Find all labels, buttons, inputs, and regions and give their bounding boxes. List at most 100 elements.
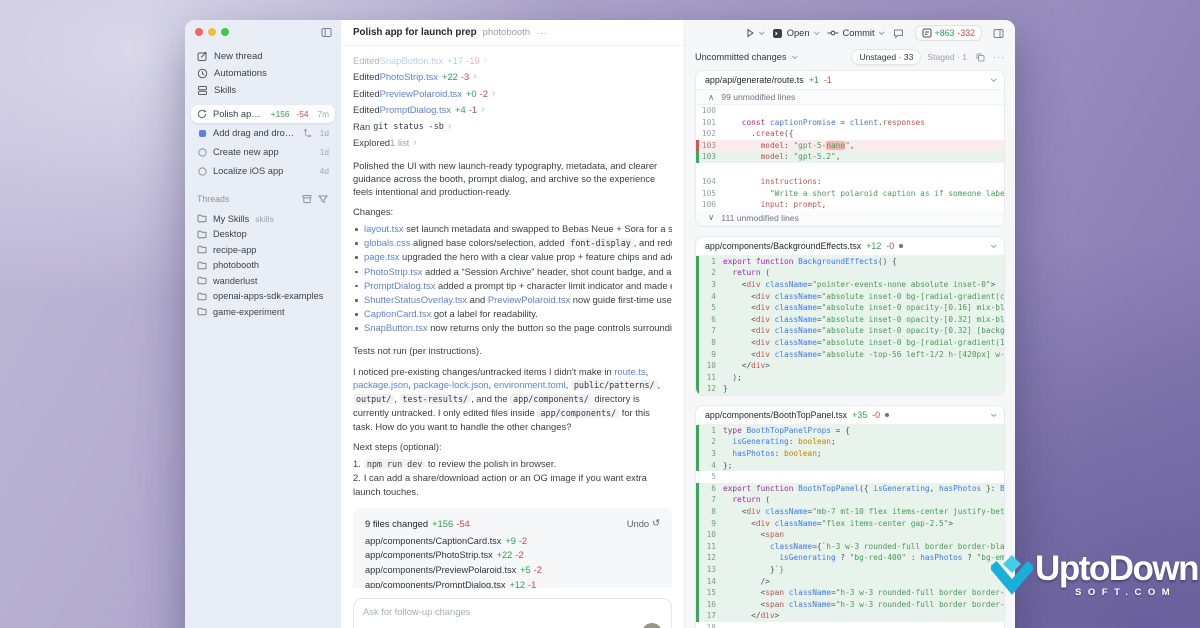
line-number: 4	[699, 291, 723, 303]
code-line	[723, 622, 1004, 628]
text-segment: now guide first-time users.	[570, 294, 672, 305]
diff-file-header[interactable]: app/components/BackgroundEffects.tsx+12-…	[696, 237, 1004, 256]
activity-row[interactable]: Rangit status -sb›	[353, 118, 672, 135]
undo-button[interactable]: Undo ↺	[627, 517, 660, 529]
activity-row[interactable]: Edited PhotoStrip.tsx+22-3›	[353, 69, 672, 86]
file-link[interactable]: PromptDialog.tsx	[380, 104, 451, 115]
thread-item[interactable]: Add drag and drop to gallery phot…1d	[191, 124, 335, 142]
sidebar-item-new-thread[interactable]: New thread	[191, 48, 335, 65]
file-link[interactable]: ShutterStatusOverlay.tsx	[364, 294, 467, 305]
file-link[interactable]: SnapButton.tsx	[364, 322, 428, 333]
codex-app-window: New threadAutomationsSkills Polish app f…	[185, 20, 1015, 628]
activity-row[interactable]: Edited PreviewPolaroid.tsx+0-2›	[353, 85, 672, 102]
file-link[interactable]: PhotoStrip.tsx	[380, 71, 438, 82]
project-item[interactable]: recipe-app	[191, 242, 335, 258]
send-button[interactable]: ↑	[642, 623, 662, 628]
comment-icon[interactable]	[892, 26, 906, 40]
copy-icon[interactable]	[973, 50, 987, 64]
composer[interactable]: Ask for follow-up changes + GPT-5.2-Code…	[353, 598, 672, 628]
sidebar-item-skills[interactable]: Skills	[191, 82, 335, 99]
line-number: 106	[699, 199, 723, 211]
diff-line: 18	[696, 622, 1004, 628]
more-options-icon[interactable]: ···	[993, 52, 1005, 62]
file-link[interactable]: PreviewPolaroid.tsx	[488, 294, 570, 305]
zoom-window-button[interactable]	[221, 28, 229, 36]
diff-stats-pill[interactable]: +863 -332	[915, 25, 982, 41]
project-item[interactable]: photobooth	[191, 258, 335, 274]
diff-file-header[interactable]: app/components/BoothTopPanel.tsx+35-0	[696, 406, 1004, 425]
sidebar-item-automations[interactable]: Automations	[191, 65, 335, 82]
change-bullet: SnapButton.tsx now returns only the butt…	[353, 321, 672, 335]
activity-row[interactable]: Edited SnapButton.tsx+17-19›	[353, 52, 672, 69]
file-link[interactable]: layout.tsx	[364, 223, 404, 234]
file-link[interactable]: PromptDialog.tsx	[364, 280, 435, 291]
text-segment: npm run dev	[364, 459, 425, 469]
close-window-button[interactable]	[195, 28, 203, 36]
project-item[interactable]: My Skillsskills	[191, 211, 335, 227]
project-item[interactable]: openai-apps-sdk-examples	[191, 289, 335, 305]
undo-icon: ↺	[652, 517, 660, 529]
chat-scroll-area[interactable]: Edited SnapButton.tsx+17-19›Edited Photo…	[341, 46, 684, 588]
project-item[interactable]: Desktop	[191, 227, 335, 243]
file-link[interactable]: package.json	[353, 379, 408, 390]
line-number: 13	[699, 564, 723, 576]
uncommitted-changes-dropdown[interactable]: Uncommitted changes	[695, 52, 786, 62]
chevron-down-icon	[991, 242, 997, 248]
file-link[interactable]: SnapButton.tsx	[380, 55, 444, 66]
file-path: app/components/PromptDialog.tsx	[365, 580, 505, 588]
composer-input[interactable]: Ask for follow-up changes	[363, 606, 662, 617]
diff-line: 106 input: prompt,	[696, 199, 1004, 211]
change-bullet: globals.css aligned base colors/selectio…	[353, 236, 672, 250]
thread-item[interactable]: Polish app for launch prep+156-547m	[191, 105, 335, 123]
line-number: 9	[699, 518, 723, 530]
text-segment: I noticed pre-existing changes/untracked…	[353, 366, 614, 377]
sidebar: New threadAutomationsSkills Polish app f…	[185, 20, 341, 628]
file-link[interactable]: PreviewPolaroid.tsx	[380, 88, 462, 99]
unmodified-lines-toggle[interactable]: ∧99 unmodified lines	[696, 90, 1004, 105]
code-line: <div className="absolute inset-0 opacity…	[723, 302, 1004, 314]
diff-file-list[interactable]: app/api/generate/route.ts+1-1∧99 unmodif…	[685, 68, 1015, 628]
changed-file-row[interactable]: app/components/PromptDialog.tsx+12-1	[365, 578, 660, 588]
line-number: 102	[699, 128, 723, 140]
file-deletions: -2	[515, 550, 523, 560]
text-segment: git status -sb	[373, 121, 444, 131]
toggle-panel-icon[interactable]	[991, 26, 1005, 40]
file-link[interactable]: environment.toml	[494, 379, 566, 390]
project-item[interactable]: wanderlust	[191, 273, 335, 289]
filter-icon[interactable]	[317, 193, 329, 205]
archive-icon[interactable]	[301, 193, 313, 205]
file-link[interactable]: CaptionCard.tsx	[364, 308, 431, 319]
thread-item[interactable]: Localize iOS app4d	[191, 162, 335, 180]
change-bullet: PromptDialog.tsx added a prompt tip + ch…	[353, 279, 672, 293]
file-link[interactable]: PhotoStrip.tsx	[364, 266, 422, 277]
open-button[interactable]: Open	[772, 28, 818, 39]
activity-row[interactable]: Explored 1 list›	[353, 135, 672, 152]
unmodified-lines-toggle[interactable]: ∨111 unmodified lines	[696, 211, 1004, 226]
collapse-sidebar-icon[interactable]	[319, 25, 333, 39]
changed-file-row[interactable]: app/components/PreviewPolaroid.tsx+5-2	[365, 563, 660, 578]
line-number: 18	[699, 622, 723, 628]
project-item[interactable]: game-experiment	[191, 304, 335, 320]
text-segment: public/patterns/	[571, 380, 658, 390]
diff-file-card: app/api/generate/route.ts+1-1∧99 unmodif…	[695, 70, 1005, 227]
file-link[interactable]: page.tsx	[364, 251, 399, 262]
file-link[interactable]: globals.css	[364, 237, 410, 248]
activity-row[interactable]: Edited PromptDialog.tsx+4-1›	[353, 102, 672, 119]
minimize-window-button[interactable]	[208, 28, 216, 36]
unstaged-tab[interactable]: Unstaged · 33	[851, 49, 921, 65]
changed-file-row[interactable]: app/components/CaptionCard.tsx+9-2	[365, 533, 660, 548]
diff-file-header[interactable]: app/api/generate/route.ts+1-1	[696, 71, 1004, 90]
code-line: return (	[723, 494, 1004, 506]
more-options-icon[interactable]: ···	[536, 28, 548, 38]
commit-button[interactable]: Commit	[827, 28, 883, 38]
changed-file-row[interactable]: app/components/PhotoStrip.tsx+22-2	[365, 548, 660, 563]
thread-list: Polish app for launch prep+156-547mAdd d…	[185, 101, 341, 181]
staged-tab[interactable]: Staged · 1	[927, 52, 967, 62]
file-link[interactable]: package-lock.json	[413, 379, 488, 390]
file-link[interactable]: route.ts	[614, 366, 645, 377]
thread-label: Polish app for launch prep	[213, 109, 265, 119]
line-number: 7	[699, 494, 723, 506]
run-button[interactable]	[745, 28, 763, 38]
thread-item[interactable]: Create new app1d	[191, 143, 335, 161]
next-steps-list: 1.npm run dev to review the polish in br…	[353, 457, 672, 499]
